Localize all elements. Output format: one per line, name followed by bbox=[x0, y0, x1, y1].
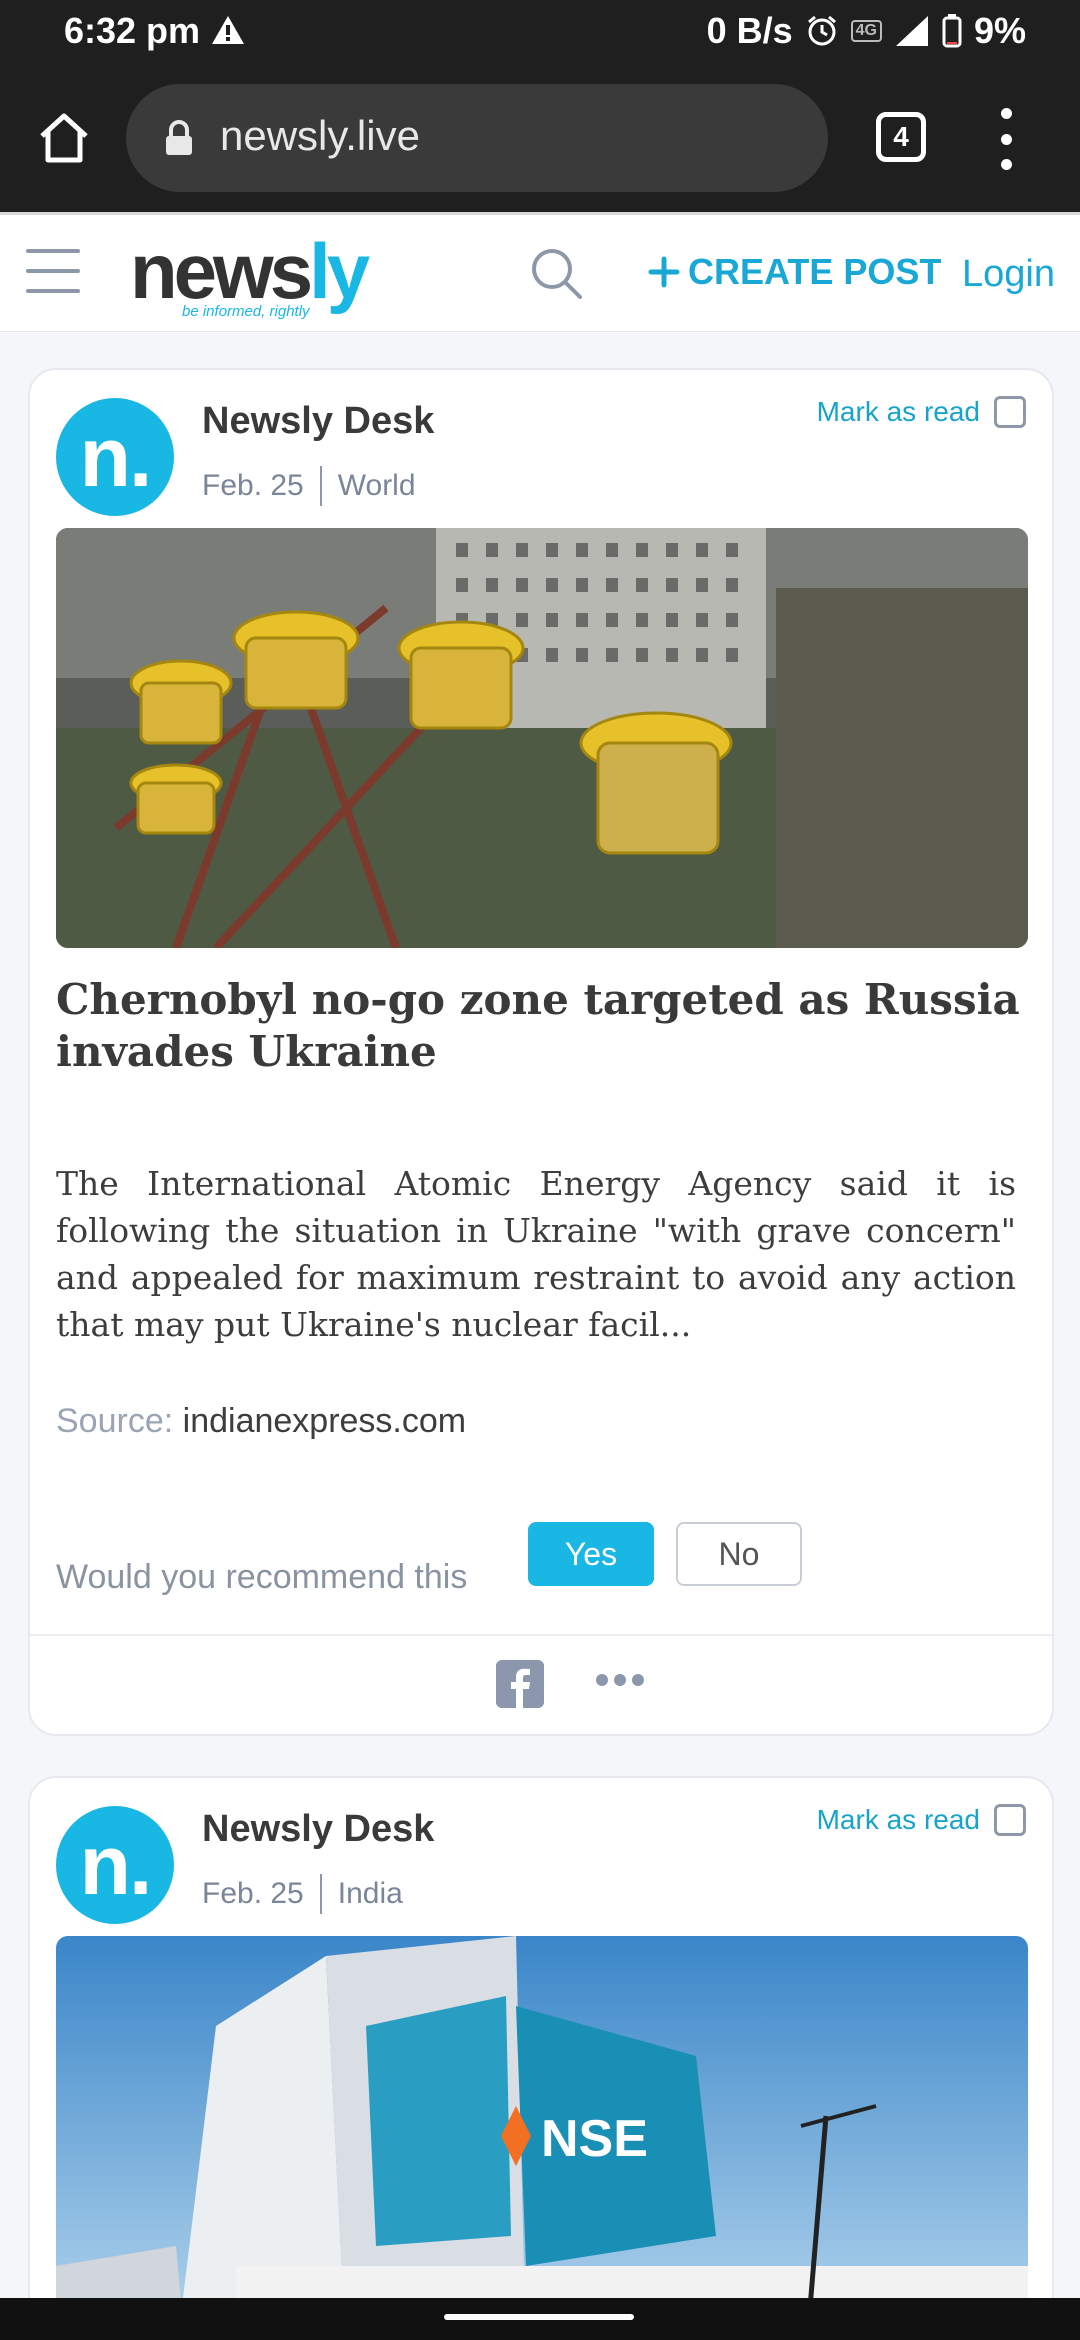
card-divider bbox=[30, 1634, 1052, 1636]
mark-as-read[interactable]: Mark as read bbox=[817, 396, 1026, 428]
post-category[interactable]: World bbox=[338, 469, 416, 503]
logo-wordmark: newsly bbox=[130, 227, 370, 315]
login-link[interactable]: Login bbox=[962, 253, 1055, 296]
browser-toolbar: newsly.live 4 bbox=[0, 66, 1080, 212]
post-image-chernobyl-ferris-wheel[interactable] bbox=[56, 528, 1028, 948]
newsly-logo[interactable]: newsly be informed, rightly bbox=[130, 231, 370, 321]
net-speed: 0 B/s bbox=[706, 10, 793, 51]
post-image-nse-building[interactable]: NSE bbox=[56, 1936, 1028, 2340]
tab-switcher-button[interactable]: 4 bbox=[876, 112, 926, 162]
site-header: newsly be informed, rightly CREATE POST … bbox=[0, 212, 1080, 332]
status-bar: 6:32 pm 0 B/s 4G 9% bbox=[0, 0, 1080, 66]
post-date: Feb. 25 bbox=[202, 1877, 304, 1910]
facebook-share-icon[interactable] bbox=[496, 1660, 544, 1708]
source-link[interactable]: indianexpress.com bbox=[183, 1402, 466, 1440]
search-icon[interactable] bbox=[528, 245, 584, 301]
recommend-no-button[interactable]: No bbox=[676, 1522, 802, 1586]
mark-as-read[interactable]: Mark as read bbox=[817, 1804, 1026, 1836]
address-bar[interactable]: newsly.live bbox=[126, 84, 828, 192]
create-post-button[interactable]: CREATE POST bbox=[648, 251, 941, 293]
url-text: newsly.live bbox=[220, 112, 420, 159]
tab-count: 4 bbox=[893, 121, 909, 152]
post-date: Feb. 25 bbox=[202, 469, 304, 502]
source-label: Source: bbox=[56, 1402, 174, 1440]
warning-icon bbox=[212, 16, 244, 44]
mark-as-read-checkbox[interactable] bbox=[994, 1804, 1026, 1836]
home-gesture-handle[interactable] bbox=[444, 2314, 634, 2320]
post-card: n. Newsly Desk Feb. 25 World Mark as rea… bbox=[28, 368, 1054, 1736]
alarm-icon bbox=[807, 15, 836, 46]
browser-menu-icon[interactable] bbox=[992, 108, 1020, 170]
signal-icon bbox=[895, 16, 928, 46]
author-avatar[interactable]: n. bbox=[56, 398, 174, 516]
post-excerpt[interactable]: The International Atomic Energy Agency s… bbox=[56, 1160, 1016, 1348]
home-icon[interactable] bbox=[36, 110, 92, 166]
post-category[interactable]: India bbox=[338, 1877, 403, 1911]
post-meta: Feb. 25 World bbox=[202, 466, 416, 506]
lock-icon bbox=[166, 120, 192, 155]
author-avatar[interactable]: n. bbox=[56, 1806, 174, 1924]
status-right: 0 B/s 4G 9% bbox=[707, 10, 1026, 52]
plus-icon bbox=[648, 256, 680, 288]
post-headline[interactable]: Chernobyl no-go zone targeted as Russia … bbox=[56, 974, 1028, 1078]
battery-icon bbox=[942, 14, 962, 48]
post-source: Source: indianexpress.com bbox=[56, 1402, 466, 1441]
hamburger-menu-icon[interactable] bbox=[26, 249, 80, 293]
create-post-label: CREATE POST bbox=[688, 251, 942, 292]
logo-tagline: be informed, rightly bbox=[182, 303, 310, 320]
meta-divider bbox=[319, 1874, 322, 1914]
post-meta: Feb. 25 India bbox=[202, 1874, 403, 1914]
recommend-yes-button[interactable]: Yes bbox=[528, 1522, 654, 1586]
more-options-icon[interactable] bbox=[596, 1674, 644, 1686]
meta-divider bbox=[319, 466, 322, 506]
author-name[interactable]: Newsly Desk bbox=[202, 400, 434, 443]
mark-as-read-label: Mark as read bbox=[816, 396, 980, 427]
mark-as-read-checkbox[interactable] bbox=[994, 396, 1026, 428]
system-nav-bar bbox=[0, 2298, 1080, 2340]
svg-text:NSE: NSE bbox=[541, 2110, 648, 2168]
author-name[interactable]: Newsly Desk bbox=[202, 1808, 434, 1851]
network-type-icon: 4G bbox=[850, 20, 882, 42]
battery-level: 9% bbox=[973, 10, 1026, 51]
recommend-prompt: Would you recommend this bbox=[56, 1558, 468, 1596]
status-time: 6:32 pm bbox=[64, 10, 201, 51]
post-card: n. Newsly Desk Feb. 25 India Mark as rea… bbox=[28, 1776, 1054, 2340]
mark-as-read-label: Mark as read bbox=[816, 1804, 980, 1835]
